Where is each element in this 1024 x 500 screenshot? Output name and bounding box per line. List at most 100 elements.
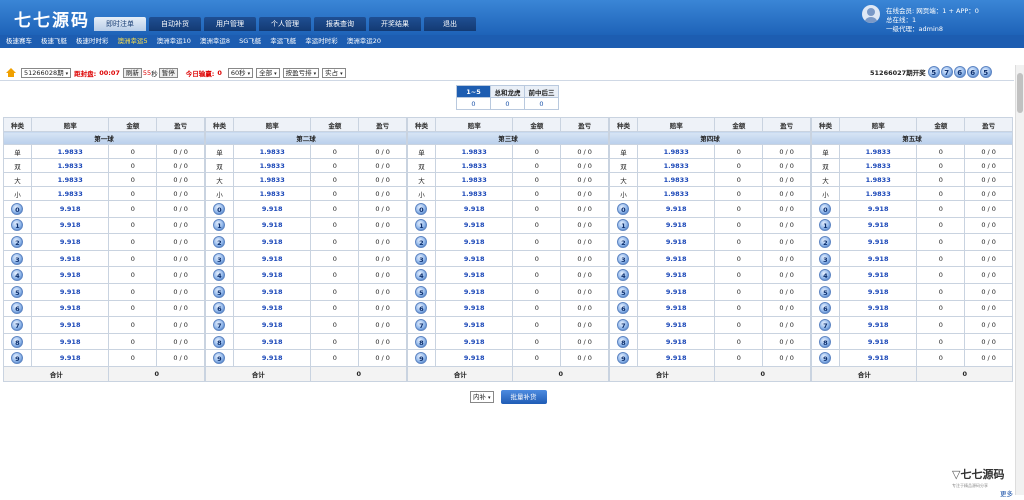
odds-value[interactable]: 9.918 [434,299,514,318]
subnav-item[interactable]: 澳洲幸运5 [118,35,148,48]
subnav-item[interactable]: 澳洲幸运10 [157,35,191,48]
odds-value[interactable]: 9.918 [636,249,716,268]
odds-value[interactable]: 9.918 [434,233,514,251]
odds-value[interactable]: 9.918 [30,233,110,251]
odds-value[interactable]: 9.918 [434,316,514,334]
odds-value[interactable]: 9.918 [232,216,312,235]
subnav-item[interactable]: 极速赛车 [6,35,32,48]
odds-value[interactable]: 9.918 [838,349,918,367]
odds-value[interactable]: 9.918 [232,200,312,218]
subnav-item[interactable]: SG飞艇 [239,35,261,48]
odds-value[interactable]: 1.9833 [636,186,716,201]
batch-replenish-button[interactable]: 批量补货 [500,390,547,404]
odds-value[interactable]: 1.9833 [30,144,110,159]
tab-value[interactable]: 0 [524,97,559,110]
odds-value[interactable]: 9.918 [30,349,110,367]
odds-value[interactable]: 9.918 [838,332,918,351]
odds-value[interactable]: 1.9833 [434,172,514,187]
scrollbar-thumb[interactable] [1017,73,1023,113]
tab-sum-dragon-tiger[interactable]: 总和龙虎 [490,85,525,98]
odds-value[interactable]: 9.918 [232,282,312,301]
odds-value[interactable]: 9.918 [434,249,514,268]
tab-1-5[interactable]: 1~5 [456,85,491,98]
odds-value[interactable]: 9.918 [636,266,716,284]
odds-value[interactable]: 9.918 [636,299,716,318]
odds-value[interactable]: 9.918 [434,266,514,284]
odds-value[interactable]: 9.918 [30,316,110,334]
odds-value[interactable]: 9.918 [30,249,110,268]
odds-value[interactable]: 9.918 [30,282,110,301]
odds-value[interactable]: 9.918 [636,200,716,218]
odds-value[interactable]: 9.918 [232,332,312,351]
subnav-item[interactable]: 幸运时时彩 [305,35,338,48]
odds-value[interactable]: 9.918 [30,299,110,318]
odds-value[interactable]: 1.9833 [838,144,918,159]
odds-value[interactable]: 1.9833 [434,144,514,159]
odds-value[interactable]: 9.918 [838,316,918,334]
odds-value[interactable]: 9.918 [838,266,918,284]
subnav-item[interactable]: 幸运飞艇 [270,35,296,48]
odds-value[interactable]: 1.9833 [30,186,110,201]
odds-value[interactable]: 9.918 [232,266,312,284]
odds-value[interactable]: 9.918 [838,216,918,235]
tab-front-mid-back[interactable]: 前中后三 [524,85,559,98]
odds-value[interactable]: 1.9833 [838,158,918,173]
odds-value[interactable]: 1.9833 [232,158,312,173]
odds-value[interactable]: 1.9833 [838,172,918,187]
tab-value[interactable]: 0 [456,97,491,110]
mode-select[interactable]: 实占 ▾ [322,67,346,78]
period-select[interactable]: 51266028期 ▾ [21,67,72,78]
odds-value[interactable]: 9.918 [232,316,312,334]
scrollbar[interactable] [1015,65,1024,495]
nav-item[interactable]: 个人管理 [259,17,311,31]
odds-value[interactable]: 9.918 [838,249,918,268]
odds-value[interactable]: 9.918 [30,200,110,218]
odds-value[interactable]: 9.918 [30,332,110,351]
odds-value[interactable]: 9.918 [636,316,716,334]
odds-value[interactable]: 9.918 [232,249,312,268]
odds-value[interactable]: 9.918 [636,233,716,251]
odds-value[interactable]: 9.918 [434,200,514,218]
odds-value[interactable]: 9.918 [636,282,716,301]
odds-value[interactable]: 1.9833 [232,144,312,159]
subnav-item[interactable]: 澳洲幸运8 [200,35,230,48]
home-icon[interactable] [6,67,16,78]
odds-value[interactable]: 9.918 [434,332,514,351]
pause-button[interactable]: 暂停 [158,67,178,78]
odds-value[interactable]: 9.918 [30,216,110,235]
odds-value[interactable]: 1.9833 [30,172,110,187]
odds-value[interactable]: 9.918 [636,349,716,367]
replenish-select[interactable]: 内补 ▾ [470,391,494,403]
odds-value[interactable]: 9.918 [232,299,312,318]
odds-value[interactable]: 1.9833 [838,186,918,201]
nav-item[interactable]: 用户管理 [204,17,256,31]
odds-value[interactable]: 9.918 [232,233,312,251]
odds-value[interactable]: 1.9833 [434,158,514,173]
odds-value[interactable]: 1.9833 [636,158,716,173]
subnav-item[interactable]: 极速飞艇 [41,35,67,48]
odds-value[interactable]: 9.918 [434,282,514,301]
odds-value[interactable]: 9.918 [434,349,514,367]
nav-item[interactable]: 开奖结果 [369,17,421,31]
nav-item[interactable]: 自动补货 [149,17,201,31]
odds-value[interactable]: 1.9833 [30,158,110,173]
odds-value[interactable]: 9.918 [434,216,514,235]
nav-item[interactable]: 报表查询 [314,17,366,31]
odds-value[interactable]: 9.918 [232,349,312,367]
odds-value[interactable]: 9.918 [30,266,110,284]
interval-select[interactable]: 60秒 ▾ [227,67,254,78]
odds-value[interactable]: 9.918 [838,299,918,318]
nav-item[interactable]: 退出 [424,17,476,31]
sort-select[interactable]: 按盈亏排 ▾ [282,67,320,78]
tab-value[interactable]: 0 [490,97,525,110]
more-link[interactable]: 更多 [1000,488,1013,498]
odds-value[interactable]: 1.9833 [636,172,716,187]
refresh-button[interactable]: 刷新 [122,67,142,78]
odds-value[interactable]: 9.918 [838,233,918,251]
odds-value[interactable]: 9.918 [636,216,716,235]
subnav-item[interactable]: 澳洲幸运20 [347,35,381,48]
odds-value[interactable]: 1.9833 [232,172,312,187]
nav-item[interactable]: 即时注单 [94,17,146,31]
scope-select[interactable]: 全部 ▾ [256,67,280,78]
subnav-item[interactable]: 极速时时彩 [76,35,109,48]
